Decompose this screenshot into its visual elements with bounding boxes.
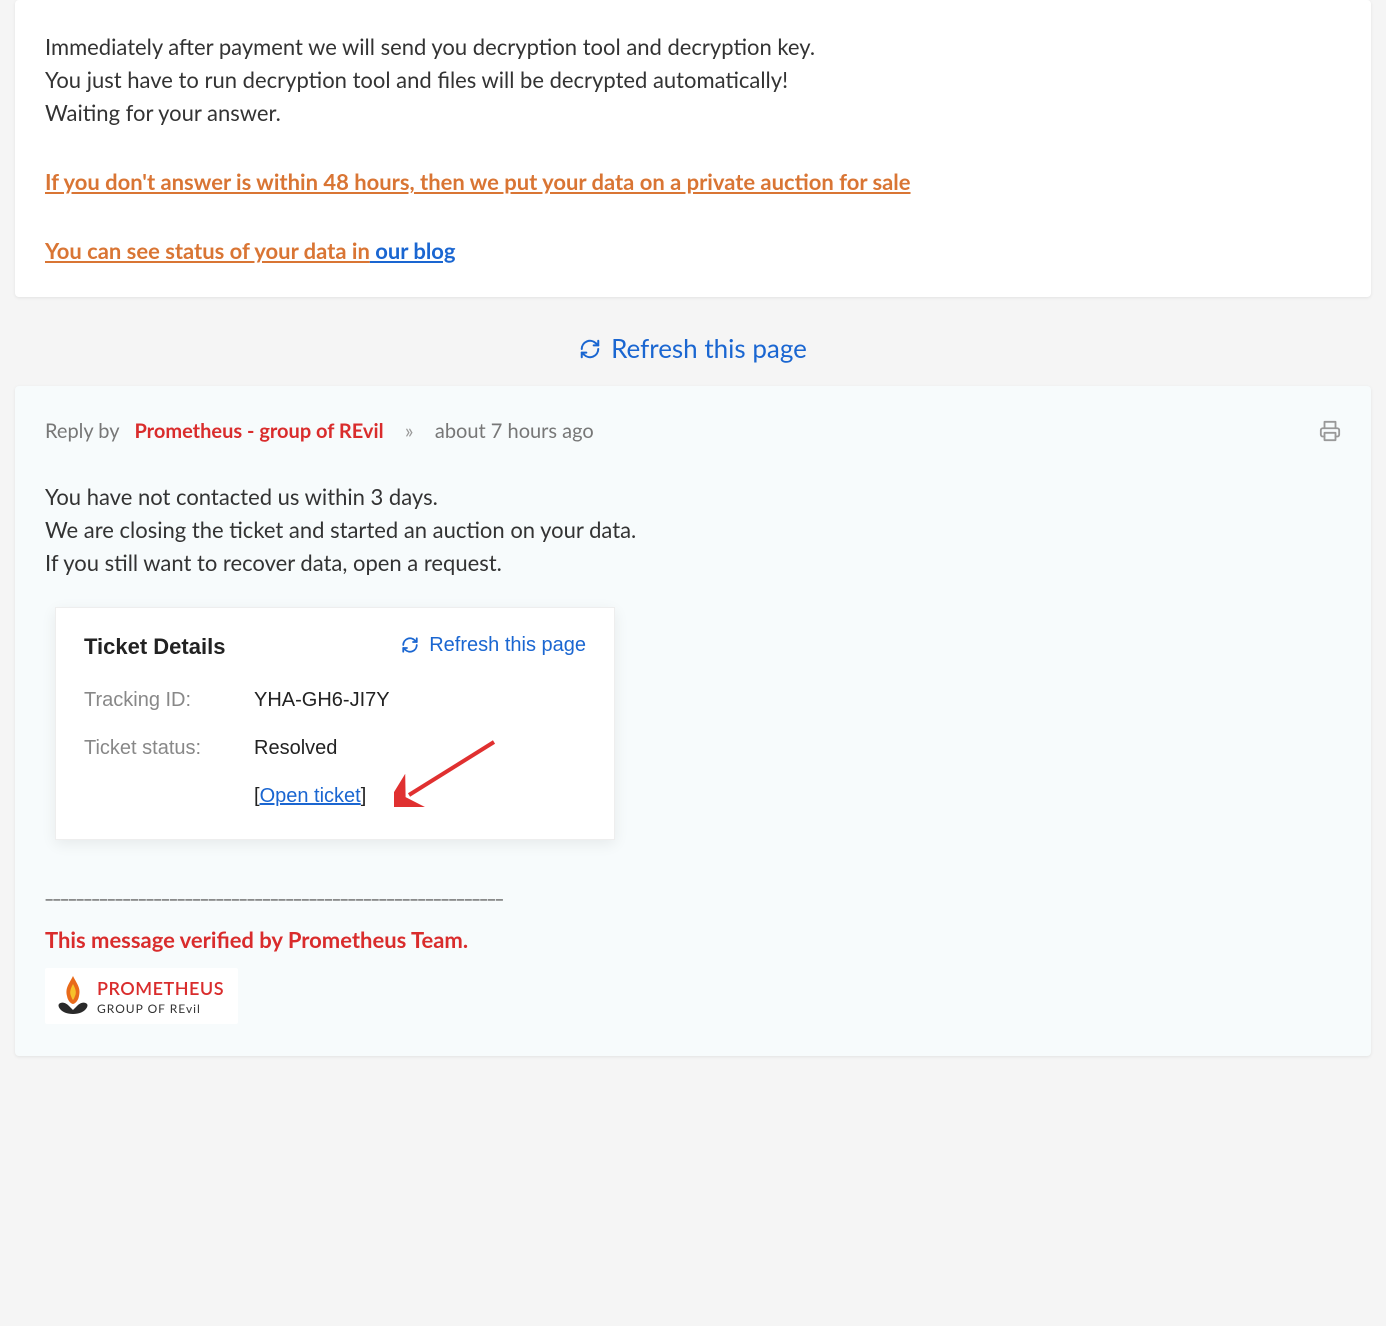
close-bracket: ] bbox=[361, 785, 367, 807]
reply-line: We are closing the ticket and started an… bbox=[45, 513, 1341, 546]
message-line: Immediately after payment we will send y… bbox=[45, 30, 1341, 63]
reply-meta: Reply by Prometheus - group of REvil » a… bbox=[45, 416, 1341, 446]
ticket-tracking-row: Tracking ID: YHA-GH6-JI7Y bbox=[84, 685, 586, 715]
reply-time: about 7 hours ago bbox=[435, 419, 594, 443]
reply-meta-left: Reply by Prometheus - group of REvil » a… bbox=[45, 416, 594, 446]
divider: ________________________________________… bbox=[45, 878, 1341, 905]
auction-warning-link[interactable]: If you don't answer is within 48 hours, … bbox=[45, 168, 911, 195]
ticket-status-row: Ticket status: Resolved bbox=[84, 733, 586, 763]
reply-line: You have not contacted us within 3 days. bbox=[45, 480, 1341, 513]
tracking-id-label: Tracking ID: bbox=[84, 685, 254, 715]
ticket-head: Ticket Details Refresh this page bbox=[84, 630, 586, 663]
prometheus-logo: PROMETHEUS GROUP OF REvil bbox=[45, 968, 238, 1024]
logo-sub: GROUP OF REvil bbox=[97, 1000, 224, 1018]
open-ticket-link[interactable]: Open ticket bbox=[260, 785, 361, 807]
message-body: Immediately after payment we will send y… bbox=[45, 30, 1341, 267]
message-card-1: Immediately after payment we will send y… bbox=[15, 0, 1371, 297]
refresh-icon bbox=[401, 636, 419, 654]
reply-prefix: Reply by bbox=[45, 419, 119, 443]
reply-author: Prometheus - group of REvil bbox=[134, 419, 383, 443]
blog-link[interactable]: our blog bbox=[370, 237, 456, 264]
refresh-label: Refresh this page bbox=[611, 329, 807, 368]
refresh-icon bbox=[579, 338, 601, 360]
refresh-page-link[interactable]: Refresh this page bbox=[579, 329, 807, 368]
flame-hands-icon bbox=[55, 974, 91, 1018]
ticket-title: Ticket Details bbox=[84, 630, 225, 663]
print-button[interactable] bbox=[1319, 420, 1341, 442]
ticket-refresh-label: Refresh this page bbox=[429, 630, 586, 660]
ticket-status-value: Resolved bbox=[254, 733, 337, 763]
ticket-refresh-link[interactable]: Refresh this page bbox=[401, 630, 586, 660]
reply-body: You have not contacted us within 3 days.… bbox=[45, 480, 1341, 579]
reply-line: If you still want to recover data, open … bbox=[45, 546, 1341, 579]
message-line: Waiting for your answer. bbox=[45, 96, 1341, 129]
open-ticket-row: [Open ticket] bbox=[254, 781, 586, 811]
reply-sep: » bbox=[405, 419, 414, 443]
logo-brand: PROMETHEUS bbox=[97, 975, 224, 1002]
message-line: You just have to run decryption tool and… bbox=[45, 63, 1341, 96]
tracking-id-value: YHA-GH6-JI7Y bbox=[254, 685, 390, 715]
ticket-details-panel: Ticket Details Refresh this page Trackin… bbox=[55, 607, 615, 840]
reply-card: Reply by Prometheus - group of REvil » a… bbox=[15, 386, 1371, 1056]
refresh-bar: Refresh this page bbox=[15, 315, 1371, 386]
ticket-status-label: Ticket status: bbox=[84, 733, 254, 763]
logo-text: PROMETHEUS GROUP OF REvil bbox=[97, 975, 224, 1018]
blog-status-prefix[interactable]: You can see status of your data in bbox=[45, 237, 370, 264]
verified-text: This message verified by Prometheus Team… bbox=[45, 923, 1341, 956]
